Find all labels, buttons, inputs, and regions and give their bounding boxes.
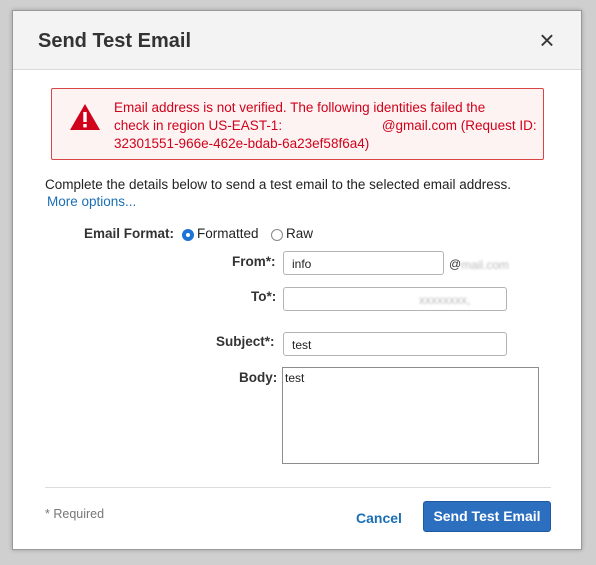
description-text: Complete the details below to send a tes… [45,177,512,192]
from-domain-prefix: @ [449,257,462,271]
from-domain-redacted: mail.com [461,258,510,272]
error-line-2: check in region US-EAST-1: xxxxxxxxxxxx@… [114,117,539,135]
subject-label: Subject*: [216,334,275,349]
warning-triangle-icon [70,104,100,130]
from-label: From*: [232,254,276,269]
error-region-text: check in region US-EAST-1: [114,118,286,133]
required-note: * Required [45,507,105,521]
dialog-title: Send Test Email [38,30,192,52]
to-input[interactable]: xxxxxxxx, [283,287,507,311]
send-test-email-button[interactable]: Send Test Email [423,501,551,532]
dialog-header: Send Test Email × [13,11,581,70]
body-textarea[interactable]: test [282,367,539,464]
more-options-link[interactable]: More options... [47,194,136,209]
subject-input[interactable]: test [283,332,507,356]
cancel-button[interactable]: Cancel [356,510,402,526]
redacted-email: xxxxxxxxxxxx [286,117,382,135]
footer-divider [45,487,551,488]
from-input[interactable]: info [283,251,444,275]
radio-raw-label[interactable]: Raw [286,226,313,241]
error-line-3: 32301551-966e-462e-bdab-6a23ef58f6a4) [114,136,370,151]
radio-formatted-label[interactable]: Formatted [197,226,259,241]
error-line-1: Email address is not verified. The follo… [114,100,486,115]
radio-raw[interactable] [271,229,283,241]
error-message: Email address is not verified. The follo… [114,99,539,153]
send-test-email-dialog: Send Test Email × Email address is not v… [12,10,582,550]
body-label: Body: [239,370,278,385]
to-label: To*: [251,289,277,304]
to-value-redacted: xxxxxxxx, [419,293,471,307]
close-icon[interactable]: × [535,27,559,53]
error-email-domain: @gmail.com (Request ID: [381,118,537,133]
email-format-label: Email Format: [84,226,175,241]
error-alert: Email address is not verified. The follo… [51,88,544,160]
radio-formatted[interactable] [182,229,194,241]
